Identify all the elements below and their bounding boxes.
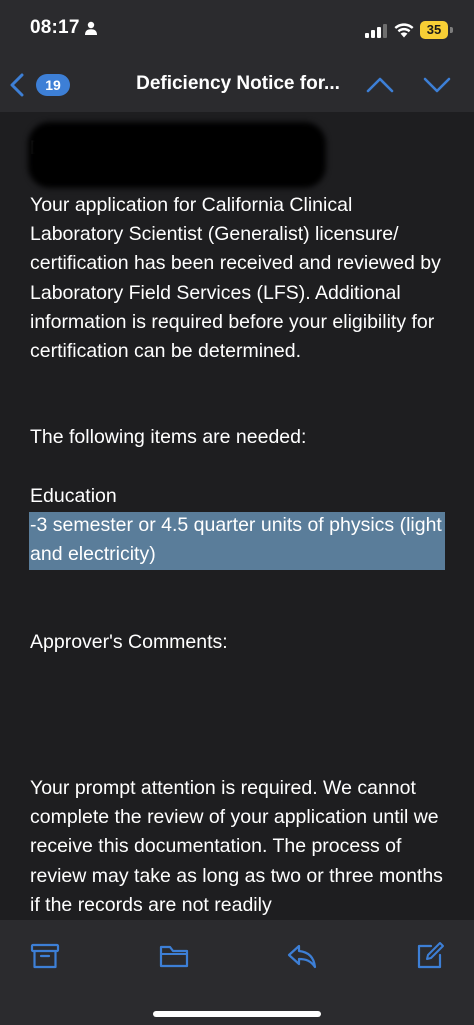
battery-level: 35 <box>420 21 448 39</box>
previous-message-button[interactable] <box>364 70 396 100</box>
bottom-toolbar <box>0 920 474 1025</box>
chevron-up-icon <box>366 77 394 93</box>
home-indicator[interactable] <box>153 1011 321 1017</box>
mail-screen: 08:17 35 19 Deficiency Notice for... You… <box>0 0 474 1025</box>
approver-comments-label: Approver's Comments: <box>30 631 228 653</box>
redacted-area <box>28 122 326 188</box>
move-to-folder-button[interactable] <box>158 940 190 972</box>
person-icon <box>85 21 97 35</box>
unread-count-badge: 19 <box>36 74 70 96</box>
items-needed-text: The following items are needed: <box>30 426 307 448</box>
status-bar: 08:17 35 <box>0 0 474 60</box>
education-requirement-item[interactable]: -3 semester or 4.5 quarter units of phys… <box>30 511 442 569</box>
back-button[interactable]: 19 <box>8 68 74 102</box>
message-subject-title: Deficiency Notice for... <box>136 73 340 94</box>
reply-icon <box>287 944 317 969</box>
wifi-icon <box>394 23 414 38</box>
nav-bar: 19 Deficiency Notice for... <box>0 60 474 112</box>
battery-tip <box>450 27 453 33</box>
archive-icon <box>30 943 60 969</box>
signal-icon <box>365 24 387 38</box>
compose-icon <box>417 942 444 969</box>
education-heading: Education <box>30 485 117 507</box>
folder-icon <box>159 945 189 968</box>
top-chrome: 08:17 35 19 Deficiency Notice for... <box>0 0 474 112</box>
status-time: 08:17 <box>30 17 80 38</box>
attention-paragraph: Your prompt attention is required. We ca… <box>30 777 443 916</box>
archive-button[interactable] <box>29 940 61 972</box>
intro-paragraph: Your application for California Clinical… <box>30 194 441 363</box>
chevron-down-icon <box>423 77 451 93</box>
next-message-button[interactable] <box>421 70 453 100</box>
back-chevron-icon <box>10 73 24 97</box>
reply-button[interactable] <box>286 940 318 972</box>
compose-button[interactable] <box>414 940 446 972</box>
message-body[interactable]: D Your application for California Clinic… <box>0 112 474 920</box>
battery-indicator: 35 <box>420 21 454 39</box>
